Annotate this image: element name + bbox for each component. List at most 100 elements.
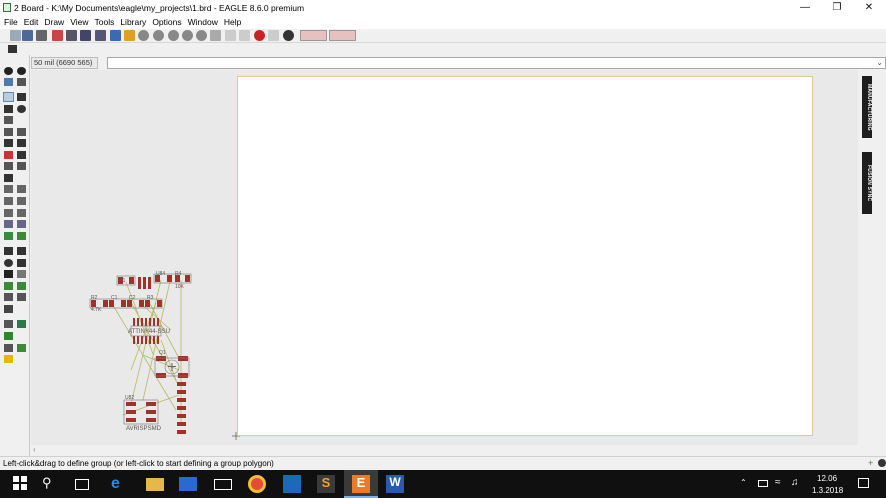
redo-icon[interactable] bbox=[239, 30, 250, 41]
move-cross-icon[interactable] bbox=[17, 93, 26, 101]
split-icon[interactable] bbox=[4, 197, 13, 205]
battery-icon[interactable] bbox=[758, 480, 768, 487]
menu-options[interactable]: Options bbox=[149, 16, 184, 29]
run-ulp-icon[interactable] bbox=[80, 30, 91, 41]
fanout-icon[interactable] bbox=[4, 232, 13, 240]
meander-icon[interactable] bbox=[4, 220, 13, 228]
clock-time[interactable]: 12.06 bbox=[817, 474, 837, 483]
task-view-icon[interactable] bbox=[75, 479, 89, 490]
drc-icon[interactable] bbox=[4, 320, 13, 328]
paste-icon[interactable] bbox=[17, 128, 26, 136]
display-icon[interactable] bbox=[4, 78, 13, 86]
word-icon[interactable]: W bbox=[386, 475, 404, 493]
text-icon[interactable] bbox=[17, 247, 26, 255]
errors-icon[interactable] bbox=[17, 320, 26, 328]
file-explorer-icon[interactable] bbox=[146, 478, 164, 491]
info-status-icon[interactable] bbox=[878, 459, 886, 467]
fusion-sync-tab[interactable]: FUSION SYNC bbox=[862, 152, 872, 214]
lock-icon[interactable] bbox=[4, 174, 13, 182]
design-link-icon[interactable] bbox=[300, 30, 327, 41]
zoom-last-icon[interactable] bbox=[196, 30, 207, 41]
windows-start-icon[interactable] bbox=[12, 475, 30, 493]
optimize-icon[interactable] bbox=[17, 197, 26, 205]
change-icon[interactable] bbox=[17, 151, 26, 159]
replace-icon[interactable] bbox=[4, 162, 13, 170]
command-line-input[interactable]: ⌄ bbox=[107, 57, 886, 69]
print-icon[interactable] bbox=[36, 30, 47, 41]
edge-icon[interactable]: e bbox=[111, 475, 129, 493]
outlook-icon[interactable] bbox=[283, 475, 301, 493]
rect-icon[interactable] bbox=[4, 270, 13, 278]
group-icon[interactable] bbox=[4, 151, 13, 159]
go-icon[interactable] bbox=[268, 30, 279, 41]
line-icon[interactable] bbox=[4, 247, 13, 255]
hole-icon[interactable] bbox=[4, 293, 13, 301]
zoom-out-icon[interactable] bbox=[168, 30, 179, 41]
circle-icon[interactable] bbox=[4, 259, 13, 267]
show-icon[interactable] bbox=[17, 67, 26, 75]
rotate-icon[interactable] bbox=[17, 105, 26, 113]
zoom-fit-icon[interactable] bbox=[138, 30, 149, 41]
signal-icon[interactable] bbox=[17, 282, 26, 290]
cam-icon[interactable] bbox=[52, 30, 63, 41]
undo-icon[interactable] bbox=[225, 30, 236, 41]
add-icon[interactable]: + bbox=[868, 459, 876, 468]
ratsnest-icon[interactable] bbox=[4, 282, 13, 290]
menu-file[interactable]: File bbox=[0, 16, 21, 29]
minimize-icon[interactable]: — bbox=[790, 0, 820, 16]
smash-icon[interactable] bbox=[4, 185, 13, 193]
mirror-icon[interactable] bbox=[4, 105, 13, 113]
delete-icon[interactable] bbox=[4, 139, 13, 147]
sublime-icon[interactable]: S bbox=[317, 475, 335, 493]
manufacturing-tab[interactable]: MANUFACTURING bbox=[862, 76, 872, 138]
scroll-left-icon[interactable]: ‹ bbox=[33, 445, 36, 454]
copy-icon[interactable] bbox=[4, 128, 13, 136]
eagle-taskbar-button[interactable]: E bbox=[344, 470, 378, 498]
cam-processor-icon[interactable] bbox=[4, 344, 13, 352]
manufacturing-icon[interactable] bbox=[17, 344, 26, 352]
warning-icon[interactable] bbox=[4, 355, 13, 363]
board-icon[interactable] bbox=[95, 30, 106, 41]
chevron-up-icon[interactable]: ⌃ bbox=[740, 478, 747, 487]
zoom-in-icon[interactable] bbox=[153, 30, 164, 41]
ripup-icon[interactable] bbox=[17, 220, 26, 228]
switch-to-schematic-icon[interactable] bbox=[110, 30, 121, 41]
restore-icon[interactable]: ❐ bbox=[822, 0, 852, 16]
move-icon[interactable] bbox=[3, 92, 14, 102]
notifications-icon[interactable] bbox=[858, 478, 869, 488]
stop-icon[interactable] bbox=[254, 30, 265, 41]
clock-date[interactable]: 1.3.2018 bbox=[812, 486, 843, 495]
fusion-team-icon[interactable] bbox=[329, 30, 356, 41]
dimension-icon[interactable] bbox=[4, 305, 13, 313]
wrench-icon[interactable] bbox=[17, 139, 26, 147]
info-icon[interactable] bbox=[4, 67, 13, 75]
route-icon[interactable] bbox=[4, 209, 13, 217]
search-icon[interactable]: ⚲ bbox=[42, 475, 60, 493]
menu-help[interactable]: Help bbox=[221, 16, 244, 29]
menu-library[interactable]: Library bbox=[117, 16, 149, 29]
volume-icon[interactable]: ♫ bbox=[791, 477, 799, 488]
save-icon[interactable] bbox=[22, 30, 33, 41]
attribute-icon[interactable] bbox=[17, 293, 26, 301]
menu-edit[interactable]: Edit bbox=[21, 16, 42, 29]
name-icon[interactable] bbox=[17, 162, 26, 170]
menu-view[interactable]: View bbox=[67, 16, 91, 29]
value-icon[interactable] bbox=[17, 185, 26, 193]
wifi-icon[interactable]: ≈ bbox=[775, 477, 781, 488]
zoom-select-icon[interactable] bbox=[182, 30, 193, 41]
layer-icon[interactable] bbox=[4, 332, 13, 340]
close-icon[interactable]: ✕ bbox=[854, 0, 884, 16]
via-icon[interactable] bbox=[17, 209, 26, 217]
autorouter-icon[interactable] bbox=[17, 232, 26, 240]
mail-icon[interactable] bbox=[214, 479, 232, 490]
polygon-icon[interactable] bbox=[17, 270, 26, 278]
redraw-icon[interactable] bbox=[210, 30, 221, 41]
chrome-icon[interactable] bbox=[248, 475, 266, 493]
use-library-icon[interactable] bbox=[124, 30, 135, 41]
chevron-down-icon[interactable]: ⌄ bbox=[876, 58, 883, 68]
open-icon[interactable] bbox=[10, 30, 21, 41]
mark-icon[interactable] bbox=[17, 78, 26, 86]
layer-settings-icon[interactable] bbox=[8, 45, 17, 53]
menu-draw[interactable]: Draw bbox=[41, 16, 67, 29]
align-icon[interactable] bbox=[4, 116, 13, 124]
